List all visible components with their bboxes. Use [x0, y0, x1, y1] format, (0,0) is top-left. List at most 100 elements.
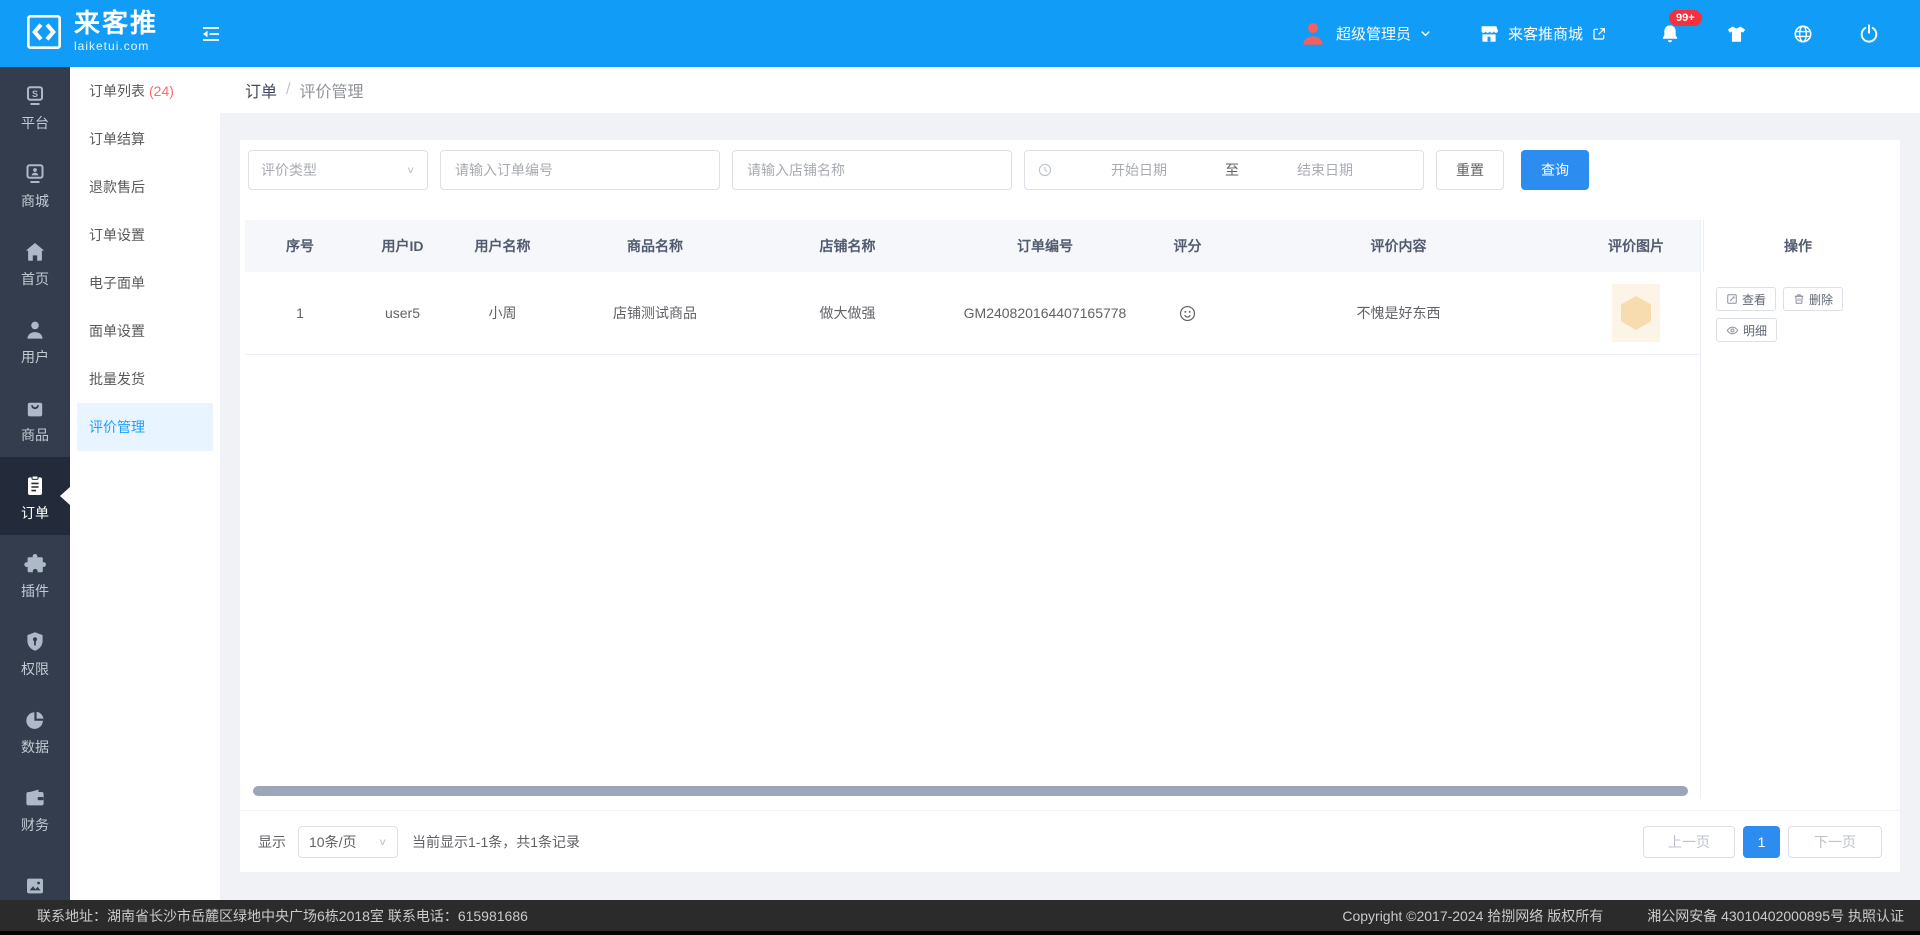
chevron-down-icon	[1419, 27, 1432, 40]
rail-item-user[interactable]: 用户	[0, 301, 70, 379]
eye-icon	[1726, 324, 1739, 337]
trash-icon	[1793, 293, 1805, 305]
mall-link[interactable]: 来客推商城	[1478, 23, 1607, 45]
rail-item-goods[interactable]: 商品	[0, 379, 70, 457]
chevron-down-icon: ∨	[378, 835, 387, 848]
rail-item-data[interactable]: 数据	[0, 691, 70, 769]
rail-item-finance[interactable]: 财务	[0, 769, 70, 847]
pagination-summary: 当前显示1-1条，共1条记录	[412, 833, 581, 850]
rail-item-permissions[interactable]: 权限	[0, 613, 70, 691]
reviews-table: 序号 用户ID 用户名称 商品名称 店铺名称 订单编号 评分 评价内容 评价图片…	[245, 220, 1892, 798]
shop-name-input[interactable]	[732, 150, 1012, 190]
filter-bar: 评价类型 ∨ 开始日期 至 结束日期 重置 查询	[240, 140, 1900, 190]
scrollbar-thumb[interactable]	[253, 786, 1688, 796]
notifications-button[interactable]: 99+	[1659, 9, 1702, 46]
shopping-bag-icon	[23, 396, 47, 420]
order-number-input[interactable]	[440, 150, 720, 190]
page-footer: 联系地址：湖南省长沙市岳麓区绿地中央广场6栋2018室 联系电话：6159816…	[0, 900, 1920, 931]
rail-item-orders[interactable]: 订单	[0, 457, 70, 535]
smiley-face-icon	[1178, 304, 1197, 323]
app-logo: 来客推 laiketui.com	[24, 10, 158, 53]
current-user-menu[interactable]: 超级管理员	[1298, 17, 1432, 51]
cell-rating	[1150, 272, 1225, 354]
menu-fold-icon[interactable]	[198, 22, 224, 46]
submenu-order-list[interactable]: 订单列表 (24)	[77, 67, 213, 115]
topbar: 来客推 laiketui.com 超级管理员 来客推商城 99+	[0, 0, 1920, 67]
cell-index: 1	[296, 305, 304, 321]
main-content: 订单 / 评价管理 评价类型 ∨ 开始日期 至 结束日期 重置 查询	[220, 67, 1920, 900]
review-thumbnail[interactable]	[1612, 284, 1660, 342]
rail-item-plugins[interactable]: 插件	[0, 535, 70, 613]
mall-card-icon	[23, 162, 47, 186]
page-size-select[interactable]: 10条/页 ∨	[298, 825, 398, 858]
current-user-name: 超级管理员	[1335, 26, 1411, 43]
rail-item-home[interactable]: 首页	[0, 223, 70, 301]
date-range-separator: 至	[1225, 162, 1239, 178]
review-type-select[interactable]: 评价类型 ∨	[248, 150, 428, 190]
clipboard-icon	[23, 474, 47, 498]
submenu-review-management[interactable]: 评价管理	[77, 403, 213, 451]
cell-shop: 做大做强	[819, 305, 876, 321]
primary-nav-rail: S 平台 商城 首页 用户 商品 订单 插件 权限 数据 财务	[0, 67, 70, 900]
rail-item-media[interactable]	[0, 847, 70, 900]
cell-user-id: user5	[384, 305, 421, 321]
submenu-waybill-settings[interactable]: 面单设置	[77, 307, 213, 355]
pie-chart-icon	[23, 708, 47, 732]
current-page-button[interactable]: 1	[1743, 825, 1780, 858]
rail-item-platform[interactable]: S 平台	[0, 67, 70, 145]
app-title: 来客推	[74, 8, 159, 38]
review-management-card: 评价类型 ∨ 开始日期 至 结束日期 重置 查询 序号 用户ID 用户名称	[240, 140, 1900, 872]
row-actions: 查看 删除 明细	[1703, 272, 1892, 355]
wallet-icon	[23, 786, 47, 810]
app-subtitle: laiketui.com	[74, 39, 150, 53]
thumbnail-shape	[1621, 296, 1651, 330]
breadcrumb-current: 评价管理	[299, 84, 364, 101]
platform-s-icon: S	[23, 84, 47, 108]
submenu-e-waybill[interactable]: 电子面单	[77, 259, 213, 307]
breadcrumb: 订单 / 评价管理	[220, 67, 1920, 113]
bottom-strip	[0, 931, 1920, 935]
reset-button[interactable]: 重置	[1436, 150, 1504, 190]
globe-icon[interactable]	[1792, 23, 1814, 45]
page-size-label: 显示	[258, 833, 286, 850]
prev-page-button[interactable]: 上一页	[1643, 825, 1735, 858]
edit-square-icon	[1726, 293, 1738, 305]
breadcrumb-section[interactable]: 订单	[245, 78, 277, 102]
notification-badge: 99+	[1669, 9, 1702, 26]
search-button[interactable]: 查询	[1521, 150, 1589, 190]
view-button[interactable]: 查看	[1716, 287, 1777, 311]
fixed-column-divider	[1700, 220, 1701, 798]
footer-filing: 湘公网安备 43010402000895号 执照认证	[1647, 907, 1904, 924]
shield-key-icon	[23, 630, 47, 654]
date-range-picker[interactable]: 开始日期 至 结束日期	[1024, 150, 1424, 190]
order-list-count: (24)	[149, 83, 174, 99]
submenu-refund-aftersale[interactable]: 退款售后	[77, 163, 213, 211]
footer-copyright: Copyright ©2017-2024 拾捌网络 版权所有	[1342, 907, 1604, 924]
table-row: 1 user5 小周 店铺测试商品 做大做强 GM240820164407165…	[245, 272, 1700, 355]
cell-content: 不愧是好东西	[1356, 305, 1441, 321]
horizontal-scrollbar	[247, 786, 1698, 796]
rail-item-mall[interactable]: 商城	[0, 145, 70, 223]
power-icon[interactable]	[1858, 23, 1880, 45]
user-avatar-icon	[1298, 17, 1328, 51]
user-icon	[23, 318, 47, 342]
cell-order-no: GM240820164407165778	[963, 305, 1127, 321]
detail-button[interactable]: 明细	[1716, 318, 1778, 342]
external-link-icon	[1591, 26, 1607, 42]
cell-product: 店铺测试商品	[613, 305, 697, 321]
code-brackets-icon	[24, 12, 64, 52]
submenu-order-settlement[interactable]: 订单结算	[77, 115, 213, 163]
next-page-button[interactable]: 下一页	[1788, 825, 1882, 858]
orders-submenu: 订单列表 (24) 订单结算 退款售后 订单设置 电子面单 面单设置 批量发货 …	[70, 67, 220, 900]
chevron-down-icon: ∨	[406, 164, 415, 176]
delete-button[interactable]: 删除	[1783, 287, 1844, 311]
clock-icon	[1037, 162, 1053, 178]
submenu-order-settings[interactable]: 订单设置	[77, 211, 213, 259]
table-header-row: 序号 用户ID 用户名称 商品名称 店铺名称 订单编号 评分 评价内容 评价图片	[245, 220, 1700, 272]
storefront-icon	[1478, 23, 1500, 45]
start-date-placeholder: 开始日期	[1111, 162, 1167, 178]
pagination-bar: 显示 10条/页 ∨ 当前显示1-1条，共1条记录 上一页 1 下一页	[240, 810, 1900, 872]
tshirt-icon[interactable]	[1725, 23, 1748, 45]
submenu-batch-shipping[interactable]: 批量发货	[77, 355, 213, 403]
mall-link-label: 来客推商城	[1507, 26, 1583, 43]
